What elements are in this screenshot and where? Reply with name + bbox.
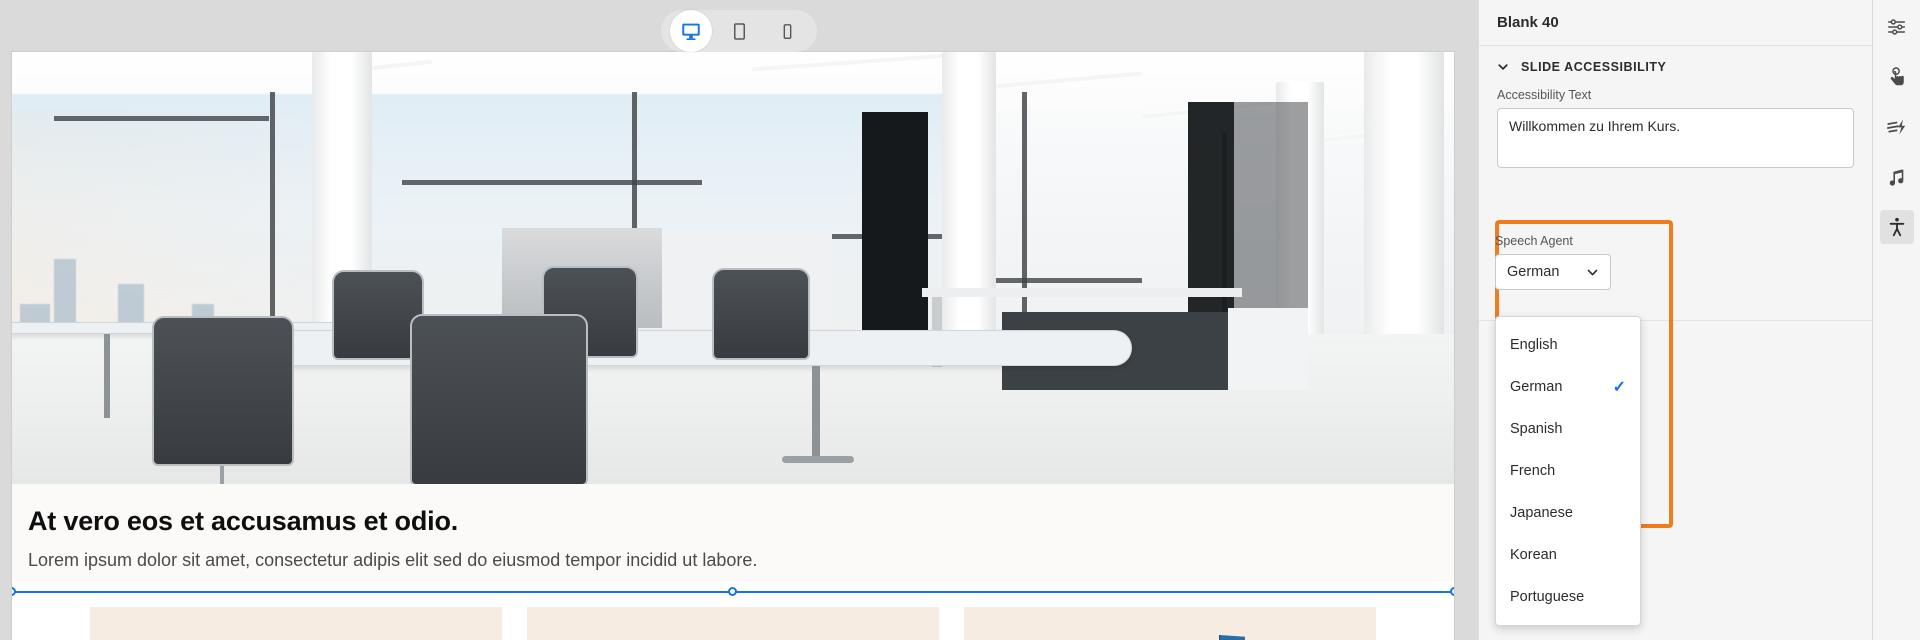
tool-rail [1872, 0, 1920, 640]
dropdown-option-label: Spanish [1510, 421, 1563, 437]
slide-title: At vero eos et accusamus et odio. [28, 506, 459, 536]
slide-hero-image [12, 52, 1454, 484]
device-desktop-button[interactable] [670, 10, 712, 52]
accessibility-icon [1889, 217, 1904, 237]
dropdown-option[interactable]: Spanish [1496, 408, 1640, 450]
dropdown-option-label: French [1510, 463, 1556, 479]
device-preview-toolbar [661, 10, 817, 52]
speech-agent-field: Speech Agent German [1495, 234, 1655, 290]
panel-title: Blank 40 [1497, 14, 1559, 31]
phone-icon [783, 23, 791, 39]
rail-item-properties[interactable] [1880, 10, 1914, 44]
dropdown-option[interactable]: German ✓ [1496, 366, 1640, 408]
rail-item-audio[interactable] [1880, 160, 1914, 194]
dropdown-option-label: Japanese [1510, 505, 1573, 521]
card-item[interactable] [90, 607, 502, 640]
rail-item-motion-effects[interactable] [1880, 110, 1914, 144]
card-row [12, 593, 1454, 640]
rail-item-interactions[interactable] [1880, 60, 1914, 94]
card-item[interactable] [527, 607, 939, 640]
app-root: At vero eos et accusamus et odio. Lorem … [0, 0, 1920, 640]
slide-canvas[interactable]: At vero eos et accusamus et odio. Lorem … [12, 52, 1454, 640]
rail-item-accessibility[interactable] [1879, 210, 1914, 244]
speech-agent-dropdown[interactable]: English German ✓ Spanish French Japanese… [1495, 316, 1641, 626]
tablet-icon [733, 22, 745, 40]
sliders-icon [1887, 19, 1905, 35]
dropdown-option-label: Korean [1510, 547, 1557, 563]
dropdown-option[interactable]: Japanese [1496, 492, 1640, 534]
speech-agent-select[interactable]: German [1495, 254, 1611, 290]
slide-accessibility-section: SLIDE ACCESSIBILITY Accessibility Text [1479, 46, 1872, 173]
hand-click-icon [1890, 67, 1904, 86]
resize-handle-right[interactable] [1450, 587, 1454, 596]
dropdown-option[interactable]: Korean [1496, 534, 1640, 576]
card-item[interactable] [964, 607, 1376, 640]
selected-element-outline[interactable] [12, 587, 1454, 640]
checkmark-icon: ✓ [1612, 379, 1626, 396]
accessibility-text-label: Accessibility Text [1497, 88, 1592, 102]
dropdown-option-label: Portuguese [1510, 589, 1585, 605]
resize-handle-center[interactable] [728, 587, 737, 596]
speech-agent-selected-value: German [1507, 264, 1560, 280]
accessibility-text-input[interactable] [1497, 108, 1854, 168]
chevron-down-icon [1498, 64, 1508, 70]
dropdown-option-label: English [1510, 337, 1558, 353]
motion-icon [1886, 119, 1905, 135]
music-note-icon [1889, 169, 1904, 186]
panel-header: Blank 40 [1479, 0, 1872, 46]
slide-text-block[interactable]: At vero eos et accusamus et odio. Lorem … [12, 484, 1454, 581]
properties-panel: Blank 40 SLIDE ACCESSIBILITY Accessibili… [1478, 0, 1872, 640]
dropdown-option[interactable]: Portuguese [1496, 576, 1640, 618]
speech-agent-label: Speech Agent [1495, 234, 1573, 248]
device-mobile-button[interactable] [766, 10, 808, 52]
canvas-area: At vero eos et accusamus et odio. Lorem … [0, 0, 1478, 640]
monitor-icon [682, 23, 700, 40]
dropdown-option[interactable]: English [1496, 324, 1640, 366]
flag-icon [1219, 635, 1246, 640]
dropdown-option-label: German [1510, 379, 1563, 395]
section-label: SLIDE ACCESSIBILITY [1521, 60, 1667, 74]
chevron-down-icon [1587, 269, 1598, 275]
section-toggle-slide-accessibility[interactable]: SLIDE ACCESSIBILITY [1497, 60, 1854, 74]
dropdown-option[interactable]: French [1496, 450, 1640, 492]
device-tablet-button[interactable] [718, 10, 760, 52]
slide-body-text: Lorem ipsum dolor sit amet, consectetur … [28, 550, 758, 570]
